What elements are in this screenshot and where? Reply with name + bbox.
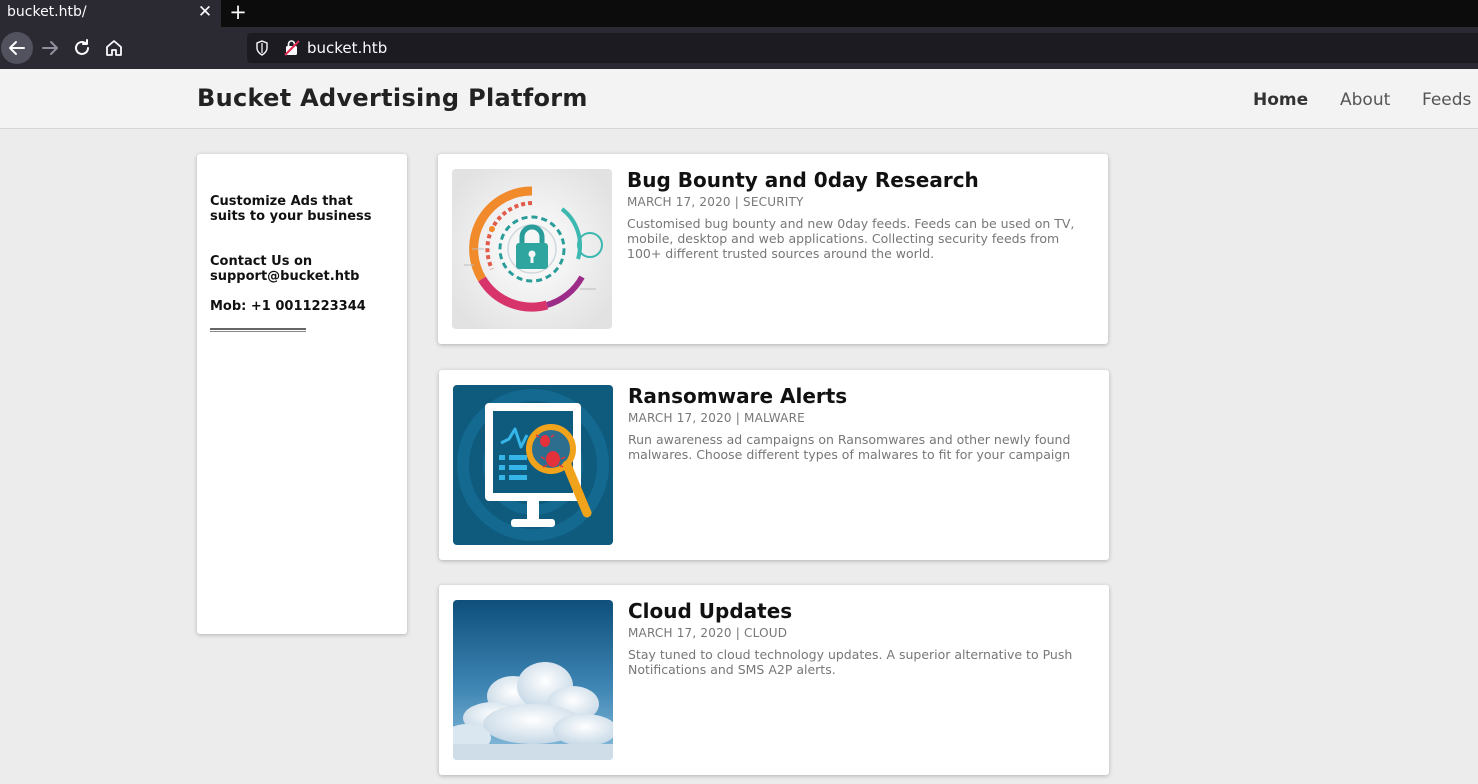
security-lock-image — [452, 169, 612, 329]
back-arrow-icon — [9, 41, 25, 55]
tab-title: bucket.htb/ — [7, 4, 87, 20]
site-header: Bucket Advertising Platform Home About F… — [0, 69, 1478, 129]
site-title[interactable]: Bucket Advertising Platform — [197, 84, 588, 112]
post-card: Bug Bounty and 0day Research MARCH 17, 2… — [438, 154, 1108, 344]
cloud-sky-image — [453, 600, 613, 760]
reload-icon — [75, 39, 89, 55]
post-description: Stay tuned to cloud technology updates. … — [628, 647, 1073, 677]
home-button[interactable] — [98, 32, 130, 64]
tab-close-icon[interactable]: ✕ — [196, 1, 214, 23]
post-card: Cloud Updates MARCH 17, 2020 | CLOUD Sta… — [439, 585, 1109, 775]
sidebar-mobile: Mob: +1 0011223344 — [210, 299, 366, 314]
malware-scan-image — [453, 385, 613, 545]
reload-button[interactable] — [66, 32, 98, 64]
post-description: Run awareness ad campaigns on Ransomware… — [628, 432, 1071, 462]
shield-icon[interactable] — [255, 40, 269, 56]
home-icon — [106, 40, 122, 56]
post-title[interactable]: Ransomware Alerts — [628, 384, 847, 408]
post-title[interactable]: Bug Bounty and 0day Research — [627, 168, 979, 192]
forward-arrow-icon — [42, 41, 58, 55]
post-meta: MARCH 17, 2020 | SECURITY — [627, 195, 804, 209]
browser-tab-bar: bucket.htb/ ✕ + — [0, 0, 1478, 27]
url-bar[interactable]: bucket.htb — [247, 33, 1478, 63]
url-text[interactable]: bucket.htb — [307, 39, 387, 57]
back-button[interactable] — [1, 32, 33, 64]
post-meta: MARCH 17, 2020 | MALWARE — [628, 411, 805, 425]
browser-toolbar: bucket.htb — [0, 27, 1478, 69]
post-meta: MARCH 17, 2020 | CLOUD — [628, 626, 788, 640]
new-tab-icon[interactable]: + — [228, 0, 248, 24]
browser-tab[interactable]: bucket.htb/ ✕ — [0, 0, 221, 27]
sidebar: Customize Ads that suits to your busines… — [197, 154, 407, 634]
sidebar-divider — [210, 328, 306, 332]
sidebar-contact: Contact Us on support@bucket.htb — [210, 254, 360, 284]
forward-button[interactable] — [34, 32, 66, 64]
insecure-lock-icon[interactable] — [284, 39, 300, 57]
sidebar-tagline: Customize Ads that suits to your busines… — [210, 194, 372, 224]
nav-link-feeds[interactable]: Feeds — [1422, 90, 1471, 110]
nav-link-home[interactable]: Home — [1253, 90, 1308, 110]
post-card: Ransomware Alerts MARCH 17, 2020 | MALWA… — [439, 370, 1109, 560]
post-title[interactable]: Cloud Updates — [628, 599, 792, 623]
nav-link-about[interactable]: About — [1340, 90, 1390, 110]
post-description: Customised bug bounty and new 0day feeds… — [627, 216, 1075, 261]
